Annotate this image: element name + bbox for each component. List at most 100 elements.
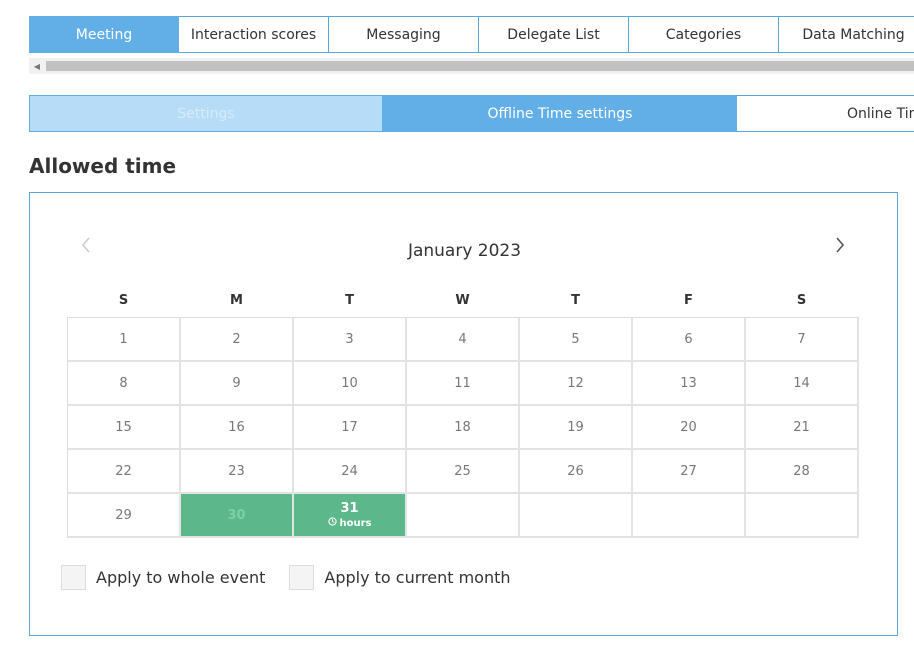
weekday-label: T xyxy=(345,293,354,308)
horizontal-scrollbar[interactable]: ◀ xyxy=(29,58,914,74)
subtab-online-time-settings[interactable]: Online Tim xyxy=(737,95,914,132)
day-number: 28 xyxy=(793,463,810,479)
calendar-day[interactable]: 10 xyxy=(294,362,407,406)
calendar-empty-cell xyxy=(746,494,859,538)
day-number: 21 xyxy=(793,419,810,435)
day-number: 2 xyxy=(232,331,241,347)
calendar-day[interactable]: 3 xyxy=(294,318,407,362)
day-number: 20 xyxy=(680,419,697,435)
day-number: 4 xyxy=(458,331,467,347)
chevron-right-icon[interactable] xyxy=(828,233,852,257)
calendar-day[interactable]: 20 xyxy=(633,406,746,450)
section-title: Allowed time xyxy=(29,154,177,178)
day-number: 26 xyxy=(567,463,584,479)
sub-tab-bar: Settings Offline Time settings Online Ti… xyxy=(29,95,914,132)
scrollbar-thumb[interactable] xyxy=(46,61,914,71)
apply-whole-event-checkbox[interactable] xyxy=(61,565,86,590)
day-number: 30 xyxy=(227,507,246,523)
calendar-day[interactable]: 7 xyxy=(746,318,859,362)
tab-categories[interactable]: Categories xyxy=(629,16,779,53)
calendar-day[interactable]: 17 xyxy=(294,406,407,450)
weekday-label: M xyxy=(230,293,243,308)
calendar-day[interactable]: 15 xyxy=(68,406,181,450)
day-number: 13 xyxy=(680,375,697,391)
tab-data-matching[interactable]: Data Matching xyxy=(779,16,914,53)
calendar-day[interactable]: 6 xyxy=(633,318,746,362)
day-number: 8 xyxy=(119,375,128,391)
calendar-empty-cell xyxy=(633,494,746,538)
calendar-day[interactable]: 11 xyxy=(407,362,520,406)
month-title: January 2023 xyxy=(407,241,522,261)
apply-current-month-label: Apply to current month xyxy=(324,568,511,587)
calendar-day[interactable]: 30 xyxy=(181,494,294,538)
calendar-day[interactable]: 12 xyxy=(520,362,633,406)
subtab-settings[interactable]: Settings xyxy=(29,95,383,132)
apply-current-month-option[interactable]: Apply to current month xyxy=(289,565,511,590)
calendar-day[interactable]: 24 xyxy=(294,450,407,494)
day-number: 6 xyxy=(684,331,693,347)
apply-current-month-checkbox[interactable] xyxy=(289,565,315,590)
apply-whole-event-label: Apply to whole event xyxy=(96,568,266,587)
calendar-day[interactable]: 14 xyxy=(746,362,859,406)
calendar-day[interactable]: 22 xyxy=(68,450,181,494)
calendar-day[interactable]: 8 xyxy=(68,362,181,406)
subtab-offline-time-settings[interactable]: Offline Time settings xyxy=(383,95,737,132)
day-number: 15 xyxy=(115,419,132,435)
calendar-day[interactable]: 27 xyxy=(633,450,746,494)
weekday-label: T xyxy=(571,293,580,308)
weekday-label: W xyxy=(455,293,470,308)
day-number: 10 xyxy=(341,375,358,391)
calendar-day[interactable]: 1 xyxy=(68,318,181,362)
calendar-day[interactable]: 5 xyxy=(520,318,633,362)
calendar-day[interactable]: 16 xyxy=(181,406,294,450)
calendar-day[interactable]: 2 xyxy=(181,318,294,362)
day-number: 9 xyxy=(232,375,241,391)
day-number: 11 xyxy=(454,375,471,391)
day-number: 3 xyxy=(345,331,354,347)
apply-whole-event-option[interactable]: Apply to whole event xyxy=(61,565,265,590)
calendar-day[interactable]: 31 hours xyxy=(294,494,407,538)
calendar-day[interactable]: 21 xyxy=(746,406,859,450)
weekday-label: S xyxy=(118,293,129,308)
day-number: 12 xyxy=(567,375,584,391)
calendar-day[interactable]: 19 xyxy=(520,406,633,450)
day-number: 17 xyxy=(341,419,358,435)
top-tab-bar: Meeting Interaction scores Messaging Del… xyxy=(29,16,914,53)
day-number: 27 xyxy=(680,463,697,479)
day-number: 5 xyxy=(571,331,580,347)
day-number: 14 xyxy=(793,375,810,391)
scroll-left-icon[interactable]: ◀ xyxy=(29,58,45,74)
day-number: 25 xyxy=(454,463,471,479)
tab-delegate-list[interactable]: Delegate List xyxy=(479,16,629,53)
day-number: 1 xyxy=(119,331,128,347)
day-number: 18 xyxy=(454,419,471,435)
day-number: 23 xyxy=(228,463,245,479)
clock-icon xyxy=(327,517,337,529)
calendar-day[interactable]: 28 xyxy=(746,450,859,494)
tab-meeting[interactable]: Meeting xyxy=(29,16,179,53)
calendar-day[interactable]: 4 xyxy=(407,318,520,362)
weekday-label: S xyxy=(796,293,807,308)
calendar-day[interactable]: 18 xyxy=(407,406,520,450)
calendar-empty-cell xyxy=(520,494,633,538)
day-number: 29 xyxy=(115,507,132,523)
weekday-header: S M T W T F S xyxy=(67,293,858,308)
weekday-label: F xyxy=(684,293,693,308)
day-number: 19 xyxy=(567,419,584,435)
calendar-day[interactable]: 23 xyxy=(181,450,294,494)
hours-label: hours xyxy=(339,517,372,529)
calendar-grid: 1 2 3 4 5 6 7 8 9 10 11 12 13 14 15 16 17 18 19 20 21 22 23 24 2… xyxy=(67,317,859,538)
tab-messaging[interactable]: Messaging xyxy=(329,16,479,53)
tab-interaction-scores[interactable]: Interaction scores xyxy=(179,16,329,53)
calendar-day[interactable]: 13 xyxy=(633,362,746,406)
calendar-day[interactable]: 25 xyxy=(407,450,520,494)
calendar-day[interactable]: 29 xyxy=(68,494,181,538)
calendar-day[interactable]: 9 xyxy=(181,362,294,406)
day-number: 31 xyxy=(340,501,359,516)
calendar-panel: January 2023 S M T W T F S 1 2 3 4 5 6 7 8 9 10 11… xyxy=(29,192,898,636)
hours-indicator: hours xyxy=(327,517,372,529)
day-number: 24 xyxy=(341,463,358,479)
day-number: 7 xyxy=(797,331,806,347)
day-number: 16 xyxy=(228,419,245,435)
calendar-day[interactable]: 26 xyxy=(520,450,633,494)
